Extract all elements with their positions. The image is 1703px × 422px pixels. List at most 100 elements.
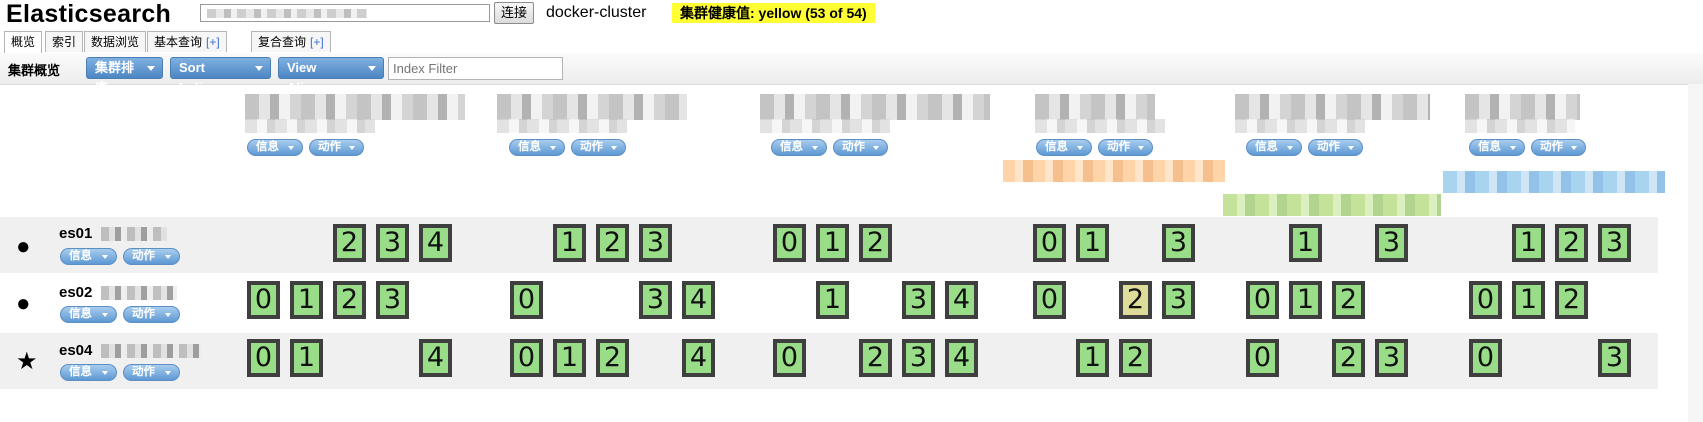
alias-bar [1003, 160, 1225, 182]
tab-complex-query[interactable]: 复合查询 [+] [251, 31, 331, 52]
shard-box[interactable]: 3 [1162, 224, 1195, 262]
shard-box[interactable]: 3 [639, 224, 672, 262]
connection-url-input[interactable] [200, 4, 490, 22]
node-info-menu[interactable]: 信息 [60, 306, 117, 323]
shard-box[interactable]: 3 [1598, 224, 1631, 262]
node-host-obscured [101, 286, 177, 300]
shard-box[interactable]: 3 [1375, 224, 1408, 262]
sort-cluster-button[interactable]: 集群排序 [86, 57, 163, 95]
node-info-menu[interactable]: 信息 [60, 364, 117, 381]
index-info-menu[interactable]: 信息 [247, 139, 303, 156]
shard-box[interactable]: 3 [1598, 339, 1631, 377]
shard-box[interactable]: 1 [1512, 224, 1545, 262]
shard-box[interactable]: 2 [596, 224, 629, 262]
scrollbar[interactable] [1688, 84, 1703, 422]
shard-box[interactable]: 2 [1555, 224, 1588, 262]
index-stats-obscured [1035, 119, 1165, 133]
shard-box[interactable]: 3 [902, 339, 935, 377]
shard-box[interactable]: 0 [773, 224, 806, 262]
shard-box[interactable]: 1 [553, 224, 586, 262]
tab-plus[interactable]: [+] [310, 35, 324, 49]
shard-box[interactable]: 0 [1469, 281, 1502, 319]
shard-box[interactable]: 1 [290, 281, 323, 319]
shard-box[interactable]: 4 [945, 339, 978, 377]
shard-box[interactable]: 4 [682, 339, 715, 377]
menu-label: 信息 [69, 250, 92, 262]
node-action-menu[interactable]: 动作 [123, 248, 180, 265]
shard-box[interactable]: 1 [1076, 224, 1109, 262]
shard-box[interactable]: 2 [859, 339, 892, 377]
index-info-menu[interactable]: 信息 [1246, 139, 1302, 156]
tab-indices[interactable]: 索引 [45, 31, 84, 52]
index-action-menu[interactable]: 动作 [571, 139, 626, 156]
index-action-menu[interactable]: 动作 [1098, 139, 1153, 156]
shard-box[interactable]: 2 [333, 281, 366, 319]
index-action-menu[interactable]: 动作 [1308, 139, 1363, 156]
cluster-overview-label: 集群概览 [8, 63, 61, 78]
tab-plus[interactable]: [+] [206, 35, 220, 49]
shard-box[interactable]: 4 [682, 281, 715, 319]
shard-box[interactable]: 1 [1076, 339, 1109, 377]
shard-box[interactable]: 0 [247, 339, 280, 377]
node-action-menu[interactable]: 动作 [123, 364, 180, 381]
shard-box[interactable]: 1 [1512, 281, 1545, 319]
shard-box[interactable]: 4 [419, 224, 452, 262]
shard-box[interactable]: 0 [247, 281, 280, 319]
shard-box[interactable]: 4 [419, 339, 452, 377]
caret-down-icon [102, 255, 108, 259]
shard-box[interactable]: 1 [1289, 224, 1322, 262]
tab-overview[interactable]: 概览 [4, 31, 43, 54]
button-label: 集群排序 [95, 60, 135, 95]
index-action-menu[interactable]: 动作 [309, 139, 364, 156]
shard-box[interactable]: 3 [639, 281, 672, 319]
sort-indices-button[interactable]: Sort Indices [170, 57, 271, 95]
shard-box[interactable]: 3 [1375, 339, 1408, 377]
index-filter-input[interactable] [388, 57, 563, 80]
shard-box[interactable]: 0 [1246, 339, 1279, 377]
shard-box[interactable]: 2 [1332, 339, 1365, 377]
shard-box[interactable]: 3 [902, 281, 935, 319]
tab-label: 数据浏览 [91, 35, 140, 49]
index-info-menu[interactable]: 信息 [771, 139, 827, 156]
shard-box[interactable]: 0 [773, 339, 806, 377]
shard-box[interactable]: 1 [553, 339, 586, 377]
shard-box[interactable]: 2 [1555, 281, 1588, 319]
shard-box[interactable]: 0 [1033, 224, 1066, 262]
shard-box[interactable]: 3 [376, 224, 409, 262]
shard-box[interactable]: 3 [376, 281, 409, 319]
index-info-menu[interactable]: 信息 [509, 139, 565, 156]
shard-box[interactable]: 4 [945, 281, 978, 319]
index-stats-obscured [245, 119, 375, 133]
index-action-menu[interactable]: 动作 [1531, 139, 1586, 156]
shard-box[interactable]: 2 [333, 224, 366, 262]
shard-box[interactable]: 1 [816, 224, 849, 262]
shard-box[interactable]: 2 [1332, 281, 1365, 319]
shard-box[interactable]: 1 [290, 339, 323, 377]
caret-down-icon [147, 66, 155, 71]
shard-box[interactable]: 2 [596, 339, 629, 377]
view-aliases-button[interactable]: View Aliases [278, 57, 384, 95]
tab-basic-query[interactable]: 基本查询 [+] [147, 31, 227, 52]
menu-label: 动作 [132, 308, 155, 320]
shard-box[interactable]: 3 [1162, 281, 1195, 319]
node-info-menu[interactable]: 信息 [60, 248, 117, 265]
index-action-menu[interactable]: 动作 [833, 139, 888, 156]
shard-box[interactable]: 1 [816, 281, 849, 319]
shard-box[interactable]: 2 [859, 224, 892, 262]
node-name: es01 [59, 225, 93, 242]
shard-box[interactable]: 2 [1119, 339, 1152, 377]
node-action-menu[interactable]: 动作 [123, 306, 180, 323]
index-info-menu[interactable]: 信息 [1469, 139, 1525, 156]
tab-browser[interactable]: 数据浏览 [84, 31, 147, 52]
shard-box[interactable]: 2 [1119, 281, 1152, 319]
shard-box[interactable]: 0 [1246, 281, 1279, 319]
shard-box[interactable]: 0 [1469, 339, 1502, 377]
shard-box[interactable]: 0 [1033, 281, 1066, 319]
connect-button[interactable]: 连接 [494, 2, 534, 24]
index-info-menu[interactable]: 信息 [1036, 139, 1092, 156]
shard-box[interactable]: 1 [1289, 281, 1322, 319]
caret-down-icon [255, 66, 263, 71]
shard-box[interactable]: 0 [510, 281, 543, 319]
shard-box[interactable]: 0 [510, 339, 543, 377]
node-host-obscured [101, 227, 167, 241]
